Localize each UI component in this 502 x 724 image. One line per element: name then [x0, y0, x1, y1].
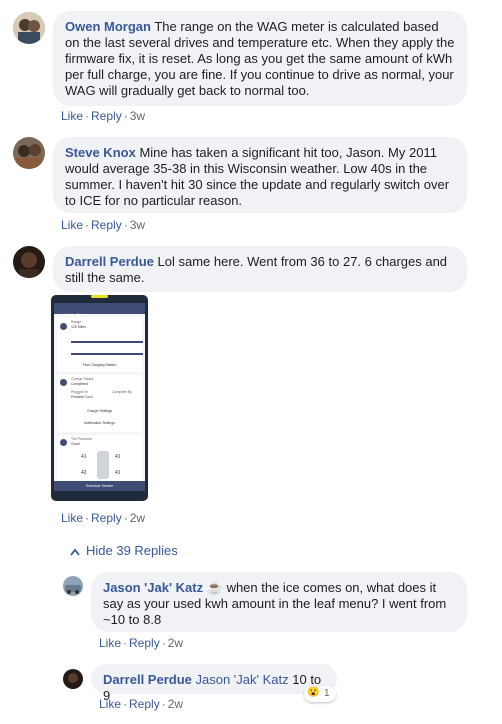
comment-actions: Like · Reply · 3w — [61, 218, 146, 232]
charge-settings-button[interactable]: Charge Settings — [57, 409, 142, 413]
reply-button[interactable]: Reply — [91, 511, 122, 525]
schedule-service-button[interactable]: Schedule Service — [54, 481, 145, 491]
charge-status-value: Completed — [71, 382, 88, 386]
comment-bubble: Darrell Perdue Lol same here. Went from … — [53, 246, 467, 292]
comment-actions: Like · Reply · 3w — [61, 109, 146, 123]
schedule-service-bar[interactable]: Schedule Service — [54, 481, 145, 491]
reaction-count: 1 — [324, 688, 330, 699]
status-accent — [91, 295, 108, 298]
tire-rear-left: 42 — [81, 470, 87, 476]
charge-status-label: Charge Status — [71, 377, 94, 381]
complete-label: Complete By — [112, 390, 133, 394]
range-value: 129 Miles — [71, 325, 86, 329]
mention-link[interactable]: Jason 'Jak' Katz — [196, 672, 289, 687]
like-button[interactable]: Like — [61, 218, 83, 232]
reply-button[interactable]: Reply — [129, 697, 160, 711]
avatar-darrell[interactable] — [13, 246, 45, 278]
like-button[interactable]: Like — [61, 109, 83, 123]
tire-front-left: 41 — [81, 454, 87, 460]
tire-label: Tire Pressure — [71, 437, 92, 441]
find-charging-button[interactable]: Find Charging Station — [57, 363, 142, 367]
reply-actions: Like · Reply · 2w — [99, 697, 184, 711]
tire-status: Good — [71, 442, 80, 446]
hide-replies-label: Hide 39 Replies — [86, 543, 178, 558]
tire-rear-right: 41 — [115, 470, 121, 476]
comment-author[interactable]: Owen Morgan — [65, 19, 151, 34]
avatar-darrell-reply[interactable] — [63, 669, 83, 689]
comment-author[interactable]: Darrell Perdue — [65, 254, 154, 269]
tire-front-right: 41 — [115, 454, 121, 460]
app-header: Vehicle Status — [54, 303, 145, 317]
avatar-owen[interactable] — [13, 12, 45, 44]
range-card: Range 129 Miles Find Charging Station — [57, 317, 143, 372]
reply-button[interactable]: Reply — [91, 109, 122, 123]
hide-replies-link[interactable]: Hide 39 Replies — [70, 543, 178, 558]
reaction-badge[interactable]: 😮 1 — [304, 686, 336, 702]
plugged-value: Portable Cord — [71, 395, 93, 399]
car-outline-icon — [97, 451, 109, 479]
range-label: Range — [71, 320, 82, 324]
timestamp[interactable]: 2w — [168, 636, 183, 650]
reply-button[interactable]: Reply — [129, 636, 160, 650]
timestamp[interactable]: 3w — [130, 109, 145, 123]
charge-card: Charge Status Completed Plugged In Porta… — [57, 375, 142, 432]
avatar-image — [13, 12, 45, 44]
comment-actions: Like · Reply · 2w — [61, 511, 146, 525]
wow-reaction-icon: 😮 — [307, 687, 320, 698]
reply-author[interactable]: Jason 'Jak' Katz — [103, 580, 203, 595]
comment-author[interactable]: Steve Knox — [65, 145, 136, 160]
timestamp[interactable]: 2w — [168, 697, 183, 711]
battery-bar — [71, 341, 143, 343]
plugged-label: Plugged In — [71, 390, 88, 394]
phone-screen: Vehicle Status Range 129 Miles Find Char… — [54, 303, 145, 491]
range-bar — [71, 353, 143, 355]
tire-icon — [60, 439, 67, 446]
like-button[interactable]: Like — [61, 511, 83, 525]
chevron-up-icon — [70, 548, 80, 556]
timestamp[interactable]: 2w — [130, 511, 145, 525]
range-icon — [60, 323, 67, 330]
comment-bubble: Owen Morgan The range on the WAG meter i… — [53, 11, 467, 106]
coffee-emoji: ☕ — [206, 580, 223, 595]
reply-author[interactable]: Darrell Perdue — [103, 672, 192, 687]
reply-bubble: Jason 'Jak' Katz ☕ when the ice comes on… — [91, 572, 467, 632]
avatar-image — [63, 669, 83, 689]
avatar-image — [63, 576, 83, 596]
reply-actions: Like · Reply · 2w — [99, 636, 184, 650]
tire-card: Tire Pressure Good 41 41 42 41 — [57, 435, 142, 483]
avatar-jason[interactable] — [63, 576, 83, 596]
avatar-image — [13, 137, 45, 169]
charge-icon — [60, 379, 67, 386]
reply-bubble: Darrell Perdue Jason 'Jak' Katz 10 to 9 — [91, 664, 337, 703]
like-button[interactable]: Like — [99, 697, 121, 711]
avatar-steve[interactable] — [13, 137, 45, 169]
comment-bubble: Steve Knox Mine has taken a significant … — [53, 137, 467, 213]
notification-settings-button[interactable]: Notification Settings — [57, 421, 142, 425]
reply-button[interactable]: Reply — [91, 218, 122, 232]
timestamp[interactable]: 3w — [130, 218, 145, 232]
attached-image[interactable]: Vehicle Status Range 129 Miles Find Char… — [51, 295, 148, 501]
avatar-image — [13, 246, 45, 278]
like-button[interactable]: Like — [99, 636, 121, 650]
